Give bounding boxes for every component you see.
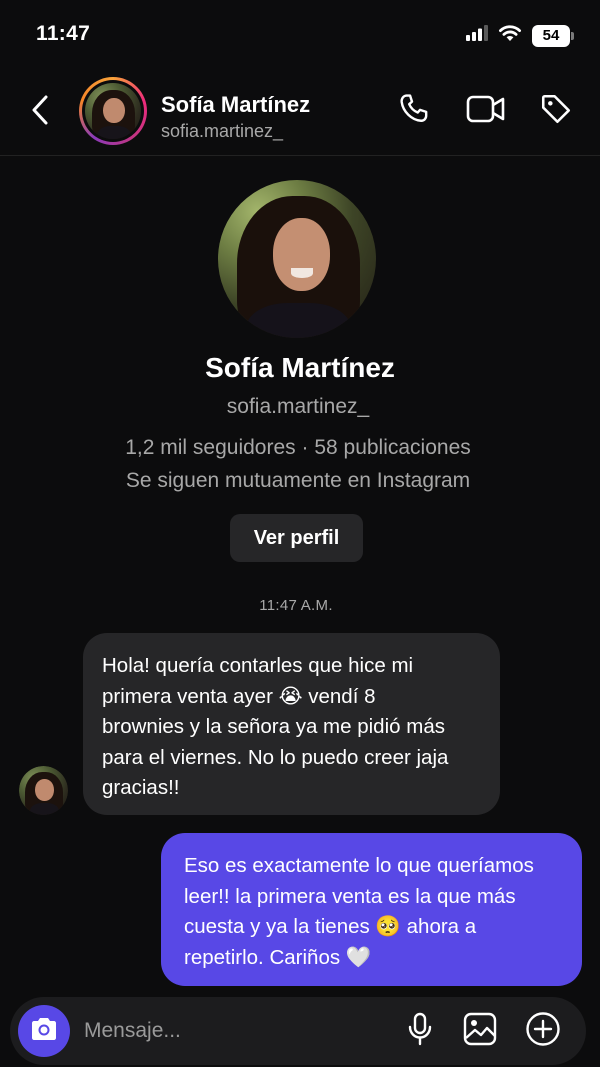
status-icons: 54: [466, 24, 574, 47]
outgoing-message-bubble[interactable]: Eso es exactamente lo que queríamos leer…: [161, 833, 582, 986]
video-icon: [466, 93, 506, 130]
tag-icon: [539, 92, 573, 131]
chat-header: Sofía Martínez sofia.martinez_: [0, 70, 600, 156]
battery-level: 54: [542, 27, 560, 44]
gallery-button[interactable]: [460, 1011, 500, 1051]
battery-icon: 54: [532, 24, 574, 47]
phone-icon: [397, 92, 431, 131]
profile-handle: sofia.martinez_: [226, 395, 370, 418]
incoming-message-text: Hola! quería contarles que hice mi prime…: [102, 654, 449, 799]
more-options-button[interactable]: [523, 1011, 563, 1051]
signal-icon: [466, 25, 488, 46]
call-button[interactable]: [394, 91, 434, 131]
status-bar: 11:47 54: [0, 0, 600, 70]
video-call-button[interactable]: [466, 91, 506, 131]
avatar: [85, 83, 141, 139]
profile-avatar[interactable]: [218, 180, 376, 338]
wifi-icon: [498, 24, 522, 47]
sender-avatar[interactable]: [19, 766, 68, 815]
back-button[interactable]: [22, 90, 58, 134]
message-timestamp: 11:47 A.M.: [259, 597, 333, 614]
message-input[interactable]: [84, 1011, 384, 1051]
message-composer: [10, 997, 586, 1065]
gallery-icon: [463, 1012, 497, 1051]
profile-stats: 1,2 mil seguidores · 58 publicaciones: [125, 436, 471, 459]
label-button[interactable]: [536, 91, 576, 131]
back-icon: [30, 94, 50, 131]
view-profile-button[interactable]: Ver perfil: [230, 514, 363, 562]
add-icon: [525, 1011, 561, 1052]
camera-button[interactable]: [18, 1005, 70, 1057]
mutual-follow-note: Se siguen mutuamente en Instagram: [125, 469, 471, 492]
incoming-message-bubble[interactable]: Hola! quería contarles que hice mi prime…: [83, 633, 500, 815]
contact-name[interactable]: Sofía Martínez: [161, 92, 310, 118]
voice-message-button[interactable]: [400, 1011, 440, 1051]
profile-name: Sofía Martínez: [205, 352, 395, 383]
contact-handle[interactable]: sofia.martinez_: [161, 121, 283, 142]
microphone-icon: [407, 1012, 433, 1051]
outgoing-message-text: Eso es exactamente lo que queríamos leer…: [184, 854, 534, 969]
camera-icon: [29, 1016, 59, 1047]
header-avatar[interactable]: [79, 77, 147, 145]
status-time: 11:47: [36, 22, 91, 45]
avatar: [19, 766, 68, 815]
